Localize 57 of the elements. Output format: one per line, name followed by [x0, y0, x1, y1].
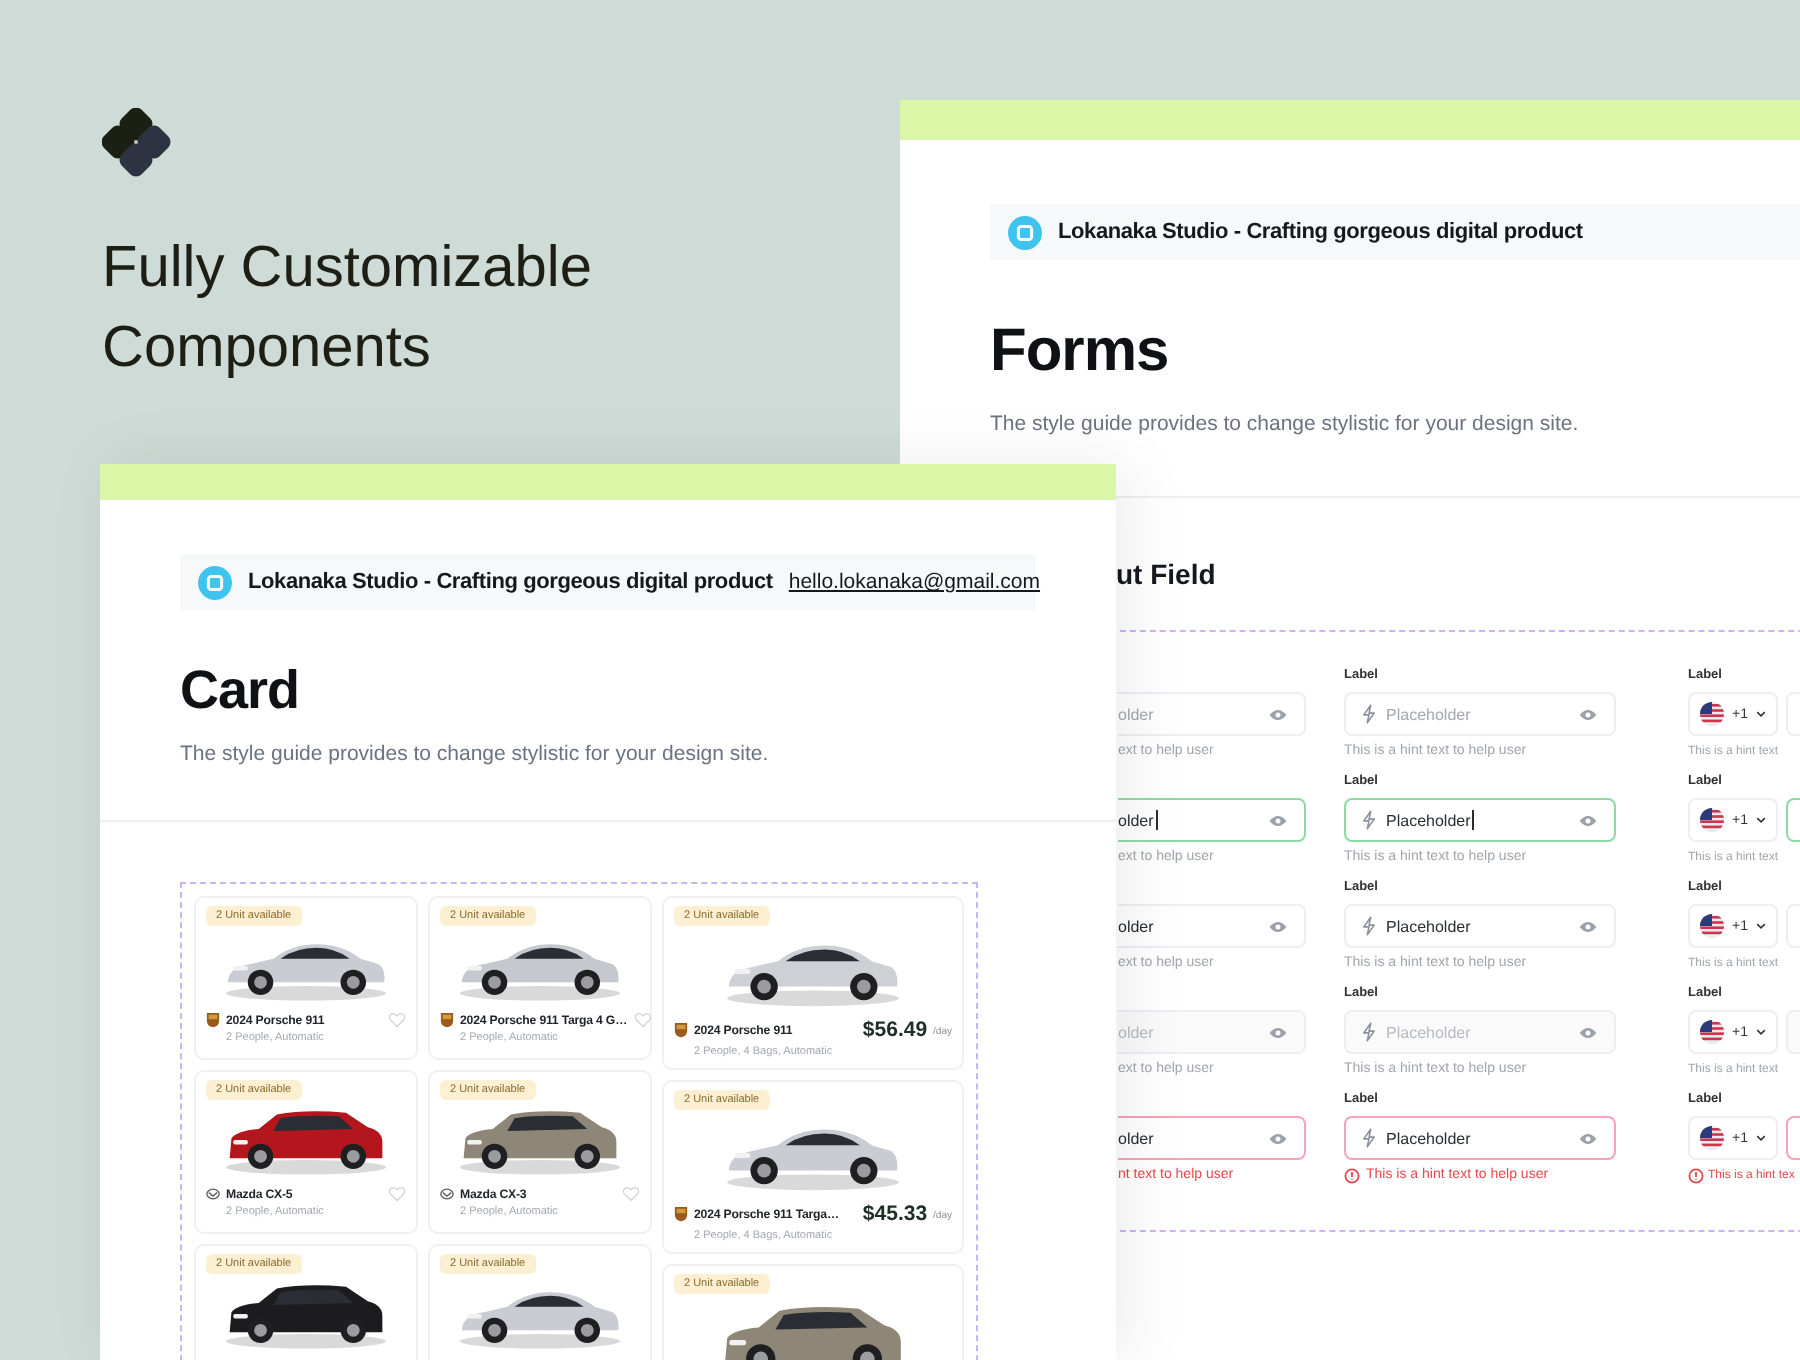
input-field[interactable]: older [1118, 798, 1306, 842]
alert-icon [1344, 1168, 1360, 1184]
section-title: ut Field [1116, 556, 1218, 592]
eye-icon[interactable] [1578, 1131, 1598, 1145]
price: $56.49 [862, 1018, 928, 1042]
input-field[interactable]: Placeholder [1344, 1116, 1616, 1160]
page-title: Card [180, 658, 302, 722]
bolt-icon [1362, 810, 1376, 830]
text-cursor [1472, 810, 1475, 830]
eye-icon[interactable] [1578, 813, 1598, 827]
heart-icon[interactable] [388, 1012, 406, 1028]
chevron-down-icon [1755, 922, 1766, 930]
flag-icon [1700, 702, 1724, 726]
input-field[interactable]: older [1118, 1116, 1306, 1160]
eye-icon[interactable] [1578, 707, 1598, 721]
header-title: Lokanaka Studio - Crafting gorgeous digital product [248, 570, 773, 594]
bolt-icon [1362, 916, 1376, 936]
page-subtitle: The style guide provides to change stylistic for your design site. [990, 410, 1581, 438]
header-title: Lokanaka Studio - Crafting gorgeous digital product [1058, 220, 1583, 244]
flag-icon [1700, 1020, 1724, 1044]
flag-icon [1700, 914, 1724, 938]
alert-icon [1688, 1168, 1704, 1184]
bolt-icon [1362, 1128, 1376, 1148]
chevron-down-icon [1755, 1134, 1766, 1142]
shield-logo-icon [440, 1012, 454, 1028]
studio-logo-icon [198, 565, 232, 599]
eye-icon[interactable] [1268, 1131, 1288, 1145]
input-field[interactable]: Placeholder [1344, 904, 1616, 948]
page-title: Forms [990, 318, 1171, 386]
eye-icon[interactable] [1268, 919, 1288, 933]
input-field[interactable]: older [1118, 904, 1306, 948]
oval-logo-icon [206, 1186, 220, 1202]
heart-icon[interactable] [388, 1186, 406, 1202]
shield-logo-icon [674, 1022, 688, 1038]
bolt-icon [1362, 704, 1376, 724]
shield-logo-icon [206, 1012, 220, 1028]
shield-logo-icon [674, 1206, 688, 1222]
heart-icon[interactable] [622, 1186, 640, 1202]
heart-icon[interactable] [633, 1012, 652, 1028]
bolt-icon [1362, 1022, 1376, 1042]
page-subtitle: The style guide provides to change stylistic for your design site. [180, 740, 771, 768]
eye-icon[interactable] [1268, 813, 1288, 827]
chevron-down-icon [1755, 816, 1766, 824]
eye-icon[interactable] [1578, 919, 1598, 933]
flag-icon [1700, 808, 1724, 832]
email-link[interactable]: hello.lokanaka@gmail.com [788, 570, 1041, 594]
eye-icon[interactable] [1268, 707, 1288, 721]
price: $45.33 [862, 1202, 928, 1226]
studio-logo-icon [1008, 215, 1042, 249]
chevron-down-icon [1755, 710, 1766, 718]
headline: Fully Customizable Components [102, 234, 594, 384]
flag-icon [1700, 1126, 1724, 1150]
text-cursor [1155, 810, 1158, 830]
input-field[interactable]: Placeholder [1344, 798, 1616, 842]
chevron-down-icon [1755, 1028, 1766, 1036]
oval-logo-icon [440, 1186, 454, 1202]
logo-icon [102, 108, 174, 180]
